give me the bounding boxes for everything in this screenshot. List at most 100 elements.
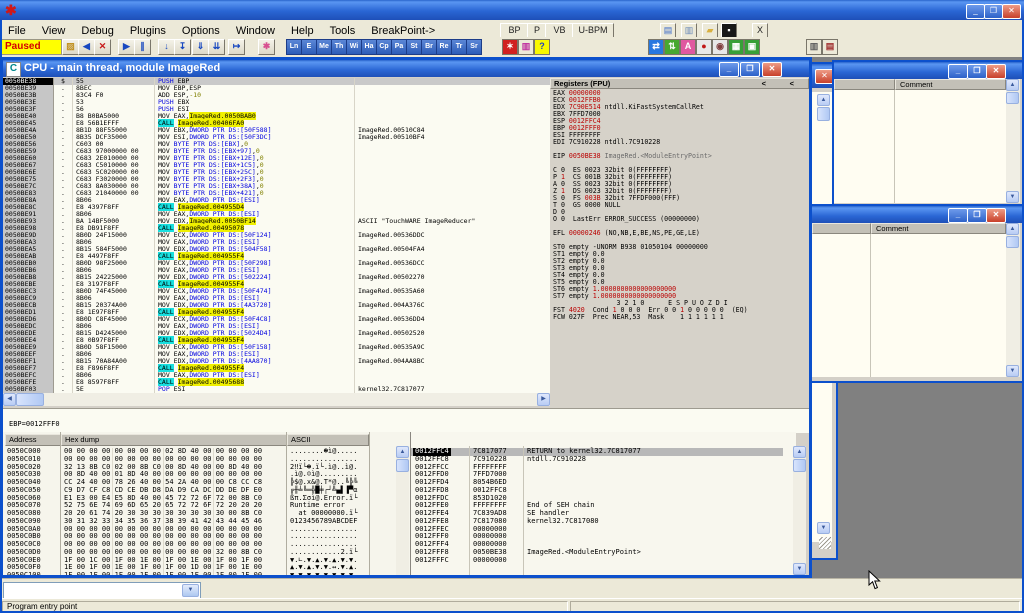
toolbar-button-br[interactable]: Br bbox=[421, 39, 437, 55]
scrollbar-thumb[interactable] bbox=[396, 459, 409, 472]
step-over-icon[interactable]: ↧ bbox=[174, 39, 191, 55]
side-top-column-blank[interactable] bbox=[834, 79, 895, 90]
scroll-up-icon[interactable]: ▲ bbox=[1006, 79, 1019, 91]
dump-scrollbar[interactable]: ▲ bbox=[396, 446, 409, 575]
side-window-top[interactable]: _ ❐ ✕ Comment ▲ ▼ bbox=[832, 60, 1024, 209]
stack-row[interactable]: 0012FFE0FFFFFFFFEnd of SEH chain bbox=[411, 502, 783, 510]
side-top-column-comment[interactable]: Comment bbox=[895, 79, 1006, 90]
disasm-row[interactable]: 0050BE3E.53PUSH EBX bbox=[3, 99, 550, 106]
screen-icon[interactable]: ▣ bbox=[744, 39, 760, 55]
hit-trace-icon[interactable]: ✱ bbox=[258, 39, 275, 55]
main-title-bar[interactable]: ✱ _ ❐ ✕ bbox=[0, 0, 1024, 20]
scroll-down-icon[interactable]: ▼ bbox=[793, 563, 806, 575]
disassembly-hscrollbar[interactable]: ◀ ▶ bbox=[3, 393, 550, 406]
help-question-icon[interactable]: ? bbox=[534, 39, 550, 55]
side-middle-scrollbar[interactable]: ▲ ▼ bbox=[1006, 223, 1020, 377]
stack-row[interactable]: 0012FFD48054B6ED bbox=[411, 479, 783, 487]
register-line[interactable]: FCW 027F Prec NEAR,53 Mask 1 1 1 1 1 1 bbox=[550, 314, 809, 321]
stack-row[interactable]: 0012FFCCFFFFFFFF bbox=[411, 464, 783, 472]
stack-row[interactable]: 0012FFF000000000 bbox=[411, 533, 783, 541]
scroll-down-icon[interactable]: ▼ bbox=[817, 522, 830, 534]
toolbar-button-pa[interactable]: Pa bbox=[391, 39, 407, 55]
toolbar-button-sr[interactable]: Sr bbox=[466, 39, 482, 55]
scroll-left-icon[interactable]: ◀ bbox=[3, 393, 16, 406]
side-top-title-bar[interactable]: _ ❐ ✕ bbox=[834, 62, 1024, 79]
scrollbar-thumb[interactable] bbox=[793, 459, 806, 472]
toolbar-button-st[interactable]: St bbox=[406, 39, 422, 55]
toolbar-button-me[interactable]: Me bbox=[316, 39, 332, 55]
minimize-button[interactable]: _ bbox=[966, 4, 985, 19]
assembler-icon[interactable]: A bbox=[680, 39, 696, 55]
restart-icon[interactable]: ◀ bbox=[78, 39, 95, 55]
scrollbar-thumb[interactable] bbox=[1006, 236, 1019, 248]
register-line[interactable]: EIP 0050BE38 ImageRed.<ModuleEntryPoint> bbox=[550, 153, 809, 160]
side-middle-close-button[interactable]: ✕ bbox=[986, 208, 1006, 223]
stack-row[interactable]: 0012FFD07FFD7000 bbox=[411, 471, 783, 479]
info-pane[interactable]: EBP=0012FFF0 bbox=[3, 408, 809, 433]
scroll-up-icon[interactable]: ▲ bbox=[817, 94, 830, 106]
step-into-icon[interactable]: ↓ bbox=[158, 39, 175, 55]
scroll-up-icon[interactable]: ▲ bbox=[793, 446, 806, 458]
cpu-minimize-button[interactable]: _ bbox=[719, 62, 739, 77]
stack-scrollbar[interactable]: ▲ ▼ bbox=[793, 446, 806, 575]
toolbar-button-wi[interactable]: Wi bbox=[346, 39, 362, 55]
side-top-restore-button[interactable]: ❐ bbox=[967, 64, 987, 79]
dump-header-hex[interactable]: Hex dump bbox=[61, 434, 287, 446]
stack-row[interactable]: 0012FFEC00000000 bbox=[411, 526, 783, 534]
register-line[interactable]: T 0 GS 0000 NULL bbox=[550, 202, 809, 209]
stack-row[interactable]: 0012FFD80012FFC8 bbox=[411, 487, 783, 495]
stack-row[interactable]: 0012FFC47C817077RETURN to kernel32.7C817… bbox=[411, 448, 783, 456]
toolbar-button-e[interactable]: E bbox=[301, 39, 317, 55]
toolbar-button-ha[interactable]: Ha bbox=[361, 39, 377, 55]
open-file-icon[interactable]: ▨ bbox=[62, 39, 79, 55]
stack-row[interactable]: 0012FFDC853D1020 bbox=[411, 495, 783, 503]
scroll-down-icon[interactable]: ▼ bbox=[1006, 191, 1019, 203]
appearance-icon[interactable]: ▥ bbox=[518, 39, 534, 55]
toolbar-button-tr[interactable]: Tr bbox=[451, 39, 467, 55]
scroll-up-icon[interactable]: ▲ bbox=[396, 446, 409, 458]
disasm-row[interactable]: 0050BF03.5EPOP ESIkernel32.7C817077 bbox=[3, 386, 550, 393]
dump-header-address[interactable]: Address bbox=[5, 434, 61, 446]
scrollbar-thumb[interactable] bbox=[16, 393, 44, 406]
side-top-close-button[interactable]: ✕ bbox=[986, 64, 1006, 79]
side-window-middle[interactable]: _ ❐ ✕ Comment ▲ ▼ bbox=[810, 204, 1024, 383]
side-middle-restore-button[interactable]: ❐ bbox=[967, 208, 987, 223]
dropdown-arrow-icon[interactable]: ▼ bbox=[182, 584, 199, 597]
disasm-row[interactable]: 0050BEFE.E8 8597F8FFCALL ImageRed.004956… bbox=[3, 379, 550, 386]
register-line[interactable]: EDI 7C910228 ntdll.7C910228 bbox=[550, 139, 809, 146]
scroll-right-icon[interactable]: ▶ bbox=[537, 393, 550, 406]
record-icon[interactable]: ● bbox=[696, 39, 712, 55]
scrollbar-thumb[interactable] bbox=[817, 107, 830, 121]
toolbar-button-th[interactable]: Th bbox=[331, 39, 347, 55]
cpu-close-button[interactable]: ✕ bbox=[762, 62, 782, 77]
dump-header-ascii[interactable]: ASCII bbox=[287, 434, 369, 446]
side-top-minimize-button[interactable]: _ bbox=[948, 64, 968, 79]
pause-icon[interactable]: ∥ bbox=[134, 39, 151, 55]
register-line[interactable]: EFL 00000246 (NO,NB,E,BE,NS,PE,GE,LE) bbox=[550, 230, 809, 237]
spiral-icon[interactable]: ◉ bbox=[712, 39, 728, 55]
layout-icon[interactable]: ▤ bbox=[822, 39, 838, 55]
stack-row[interactable]: 0012FFF80050BE38ImageRed.<ModuleEntryPoi… bbox=[411, 549, 783, 557]
collapse-arrow-icon[interactable]: < bbox=[762, 79, 766, 89]
collapse-arrow-icon[interactable]: < bbox=[790, 79, 794, 89]
animate-over-icon[interactable]: ⇊ bbox=[208, 39, 225, 55]
side-middle-column-blank[interactable] bbox=[812, 223, 871, 234]
toolbar-button-re[interactable]: Re bbox=[436, 39, 452, 55]
toolbar-button-ln[interactable]: Ln bbox=[286, 39, 302, 55]
toolbar-button-cp[interactable]: Cp bbox=[376, 39, 392, 55]
disassembly-pane[interactable]: 0050BE38$55PUSH EBP0050BE39.8BECMOV EBP,… bbox=[3, 78, 550, 393]
panels-icon[interactable]: ▥ bbox=[806, 39, 822, 55]
grid-icon[interactable]: ▦ bbox=[728, 39, 744, 55]
side-middle-title-bar[interactable]: _ ❐ ✕ bbox=[812, 206, 1024, 223]
resize-grip[interactable] bbox=[819, 537, 831, 549]
run-icon[interactable]: ▶ bbox=[118, 39, 135, 55]
options-gear-icon[interactable]: ✶ bbox=[502, 39, 518, 55]
register-line[interactable]: O 0 LastErr ERROR_SUCCESS (00000000) bbox=[550, 216, 809, 223]
stack-row[interactable]: 0012FFFC00000000 bbox=[411, 557, 783, 565]
registers-header[interactable]: Registers (FPU) < < bbox=[550, 78, 809, 89]
restore-button[interactable]: ❐ bbox=[984, 4, 1003, 19]
command-combobox[interactable]: ▼ bbox=[3, 582, 201, 599]
close-button[interactable]: ✕ bbox=[1002, 4, 1021, 19]
cpu-title-bar[interactable]: C CPU - main thread, module ImageRed _ ❐… bbox=[3, 60, 809, 77]
side-middle-column-comment[interactable]: Comment bbox=[871, 223, 1006, 234]
